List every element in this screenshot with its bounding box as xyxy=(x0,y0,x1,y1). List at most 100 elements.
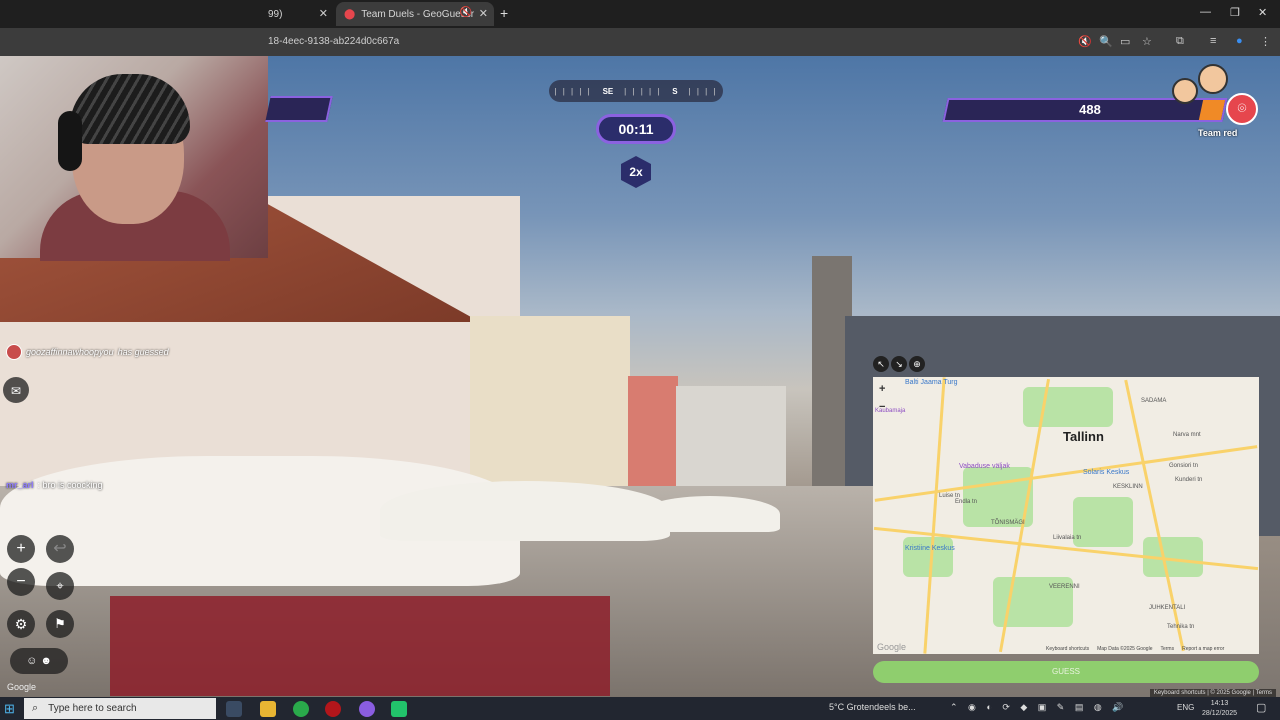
close-window-icon[interactable]: ✕ xyxy=(1258,6,1267,19)
file-explorer-icon[interactable] xyxy=(260,701,276,717)
emote-button[interactable]: ☺ ☻ xyxy=(10,648,68,674)
browser-tab-strip: 99) ✕ ⬤ Team Duels - GeoGuessr 🔇 ✕ + — ❐… xyxy=(0,0,1280,28)
restore-icon[interactable]: ❐ xyxy=(1230,6,1240,19)
map-poi: Kaubamaja xyxy=(875,408,906,414)
map-street: Endla tn xyxy=(955,499,978,505)
reading-list-icon[interactable]: ≡ xyxy=(1210,35,1216,47)
menu-icon[interactable]: ⋮ xyxy=(1260,35,1271,48)
task-view-icon[interactable] xyxy=(226,701,242,717)
chat-user: mr_arl xyxy=(6,480,34,490)
cast-icon[interactable]: ▭ xyxy=(1120,35,1130,48)
map-district: SADAMA xyxy=(1141,398,1167,404)
webcam-beanie xyxy=(70,74,190,144)
clock[interactable]: 14:13 28/12/2025 xyxy=(1202,699,1237,719)
browser-tab-active[interactable]: ⬤ Team Duels - GeoGuessr 🔇 ✕ xyxy=(336,2,494,26)
flag-button[interactable]: ⚑ xyxy=(46,610,74,638)
compass-ticks: | | | | xyxy=(688,86,718,96)
undo-move-button[interactable]: ↩ xyxy=(46,535,74,563)
mute-site-icon[interactable]: 🔇 xyxy=(1078,35,1092,48)
compass-label: SE xyxy=(602,86,614,96)
guess-button[interactable]: GUESS xyxy=(873,661,1259,683)
umbrella xyxy=(380,481,670,541)
search-placeholder: Type here to search xyxy=(48,703,137,714)
mute-icon[interactable]: 🔇 xyxy=(460,7,472,18)
map-poi: Balti Jaama Turg xyxy=(905,379,958,386)
map-road xyxy=(923,377,946,654)
cafe-tables xyxy=(110,596,610,696)
expand-map-icon[interactable]: ↖ xyxy=(873,356,889,372)
scene-footer: Keyboard shortcuts | © 2025 Google | Ter… xyxy=(1149,689,1276,697)
profile-icon[interactable]: ● xyxy=(1236,35,1243,47)
zoom-icon[interactable]: 🔍 xyxy=(1099,35,1113,48)
chat-avatar xyxy=(6,344,22,360)
map-street: Narva mnt xyxy=(1173,432,1201,438)
windows-start-icon[interactable]: ⊞ xyxy=(4,701,15,717)
settings-button[interactable]: ⚙ xyxy=(7,610,35,638)
compass-label: S xyxy=(672,86,678,96)
map-street: Kunderi tn xyxy=(1175,477,1203,483)
return-to-start-button[interactable]: ⌖ xyxy=(46,572,74,600)
team-pin-icon: ⌾ xyxy=(1226,93,1258,125)
street-view-credit: Google xyxy=(7,682,37,692)
zoom-out-button[interactable]: − xyxy=(7,568,35,596)
compass-ticks: | | | | | xyxy=(554,86,592,96)
map-city-label: Tallinn xyxy=(1063,429,1104,444)
close-tab-icon[interactable]: ✕ xyxy=(479,7,488,20)
weather-widget[interactable]: 5°C Grotendeels be... xyxy=(829,702,916,712)
chat-message: mr_arl : bro is coocking xyxy=(6,480,103,490)
close-tab-icon[interactable]: ✕ xyxy=(319,7,328,20)
opponent-health-bar xyxy=(265,96,333,122)
zoom-in-button[interactable]: + xyxy=(7,535,35,563)
map-street: Tehnika tn xyxy=(1167,624,1195,630)
player-avatar xyxy=(1172,78,1198,104)
map-google-logo: Google xyxy=(877,642,907,652)
language-indicator[interactable]: ENG xyxy=(1177,703,1194,712)
chat-user: goozaffinnawhoopyou xyxy=(26,347,114,357)
app-icon[interactable] xyxy=(391,701,407,717)
chat-message: goozaffinnawhoopyou has guessed xyxy=(6,344,169,360)
map-footer-text: Map Data ©2025 Google xyxy=(1097,646,1153,652)
map-district: KESKLINN xyxy=(1113,484,1143,490)
umbrella xyxy=(640,496,780,532)
url-field[interactable]: 18-4eec-9138-ab224d0c667a xyxy=(268,36,399,47)
system-tray[interactable]: ⌃ ◉ ◐ ⟳ ◆ ▣ ✎ ▤ ◍ 🔊 xyxy=(950,702,1127,713)
player-avatar xyxy=(1198,64,1228,94)
minimap[interactable]: + − Balti Jaama Turg Kaubamaja Vabaduse … xyxy=(873,377,1259,654)
chat-text: has guessed xyxy=(117,347,169,357)
minimize-icon[interactable]: — xyxy=(1200,6,1211,18)
map-footer: Keyboard shortcuts Map Data ©2025 Google… xyxy=(1046,646,1224,652)
address-bar: 18-4eec-9138-ab224d0c667a 🔇 🔍 ▭ ☆ ⧉ ≡ ● … xyxy=(0,28,1280,56)
browser-tab[interactable]: 99) ✕ xyxy=(268,2,334,26)
map-zoom-in-button[interactable]: + xyxy=(879,383,885,395)
chat-toggle-icon[interactable]: ✉ xyxy=(3,377,29,403)
pin-map-icon[interactable]: ⊕ xyxy=(909,356,925,372)
map-park xyxy=(903,537,953,577)
notifications-icon[interactable]: ▢ xyxy=(1256,701,1266,714)
taskbar-search[interactable]: ⌕ Type here to search xyxy=(24,698,216,719)
map-footer-link[interactable]: Keyboard shortcuts xyxy=(1046,646,1089,652)
clock-time: 14:13 xyxy=(1210,700,1229,707)
map-footer-link[interactable]: Terms xyxy=(1160,646,1174,652)
chrome-icon[interactable] xyxy=(293,701,309,717)
tab-label: 99) xyxy=(268,8,283,20)
map-park xyxy=(1073,497,1133,547)
shrink-map-icon[interactable]: ↘ xyxy=(891,356,907,372)
team-name: Team red xyxy=(1198,128,1238,138)
map-district: VEERENNI xyxy=(1049,584,1080,590)
map-district: TÕNISMÄGI xyxy=(991,520,1025,526)
bookmark-star-icon[interactable]: ☆ xyxy=(1142,35,1152,48)
clock-date: 28/12/2025 xyxy=(1202,710,1238,717)
app-icon[interactable] xyxy=(325,701,341,717)
webcam-headphones xyxy=(58,111,82,171)
minimap-controls: ↖ ↘ ⊕ xyxy=(873,356,925,372)
damage-multiplier-badge: 2x xyxy=(621,156,651,188)
extensions-icon[interactable]: ⧉ xyxy=(1176,35,1184,48)
compass: | | | | | SE | | | | | S | | | | xyxy=(549,80,723,102)
app-icon[interactable] xyxy=(359,701,375,717)
map-park xyxy=(1023,387,1113,427)
new-tab-icon[interactable]: + xyxy=(500,5,508,21)
street-view-scene[interactable]: | | | | | SE | | | | | S | | | | 00:11 2… xyxy=(0,56,1280,697)
map-poi: Kristiine Keskus xyxy=(905,545,955,552)
map-footer-link[interactable]: Report a map error xyxy=(1182,646,1224,652)
map-poi: Solaris Keskus xyxy=(1083,469,1130,476)
